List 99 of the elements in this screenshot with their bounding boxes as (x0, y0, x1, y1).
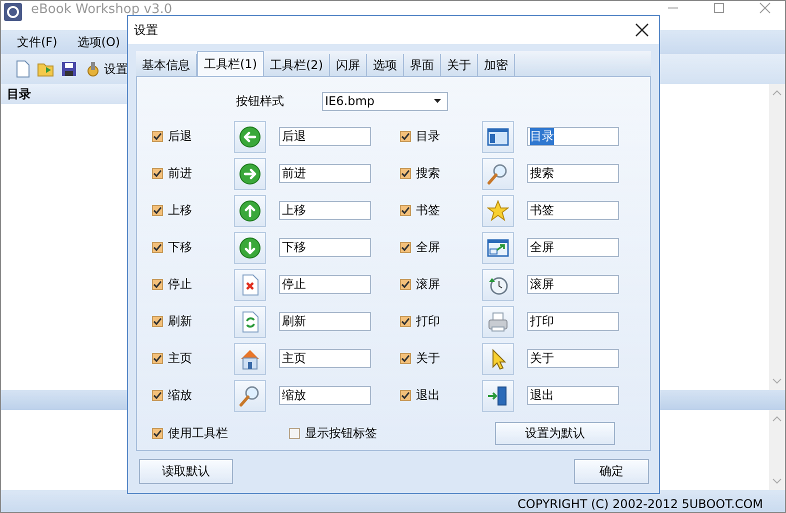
text-field[interactable]: 后退 (279, 127, 371, 146)
icon-button[interactable] (482, 342, 514, 374)
checkbox[interactable] (400, 205, 411, 216)
checkbox-label: 全屏 (416, 239, 440, 256)
text-field[interactable]: 上移 (279, 201, 371, 220)
magnifier-icon (239, 384, 261, 406)
text-field[interactable]: 滚屏 (527, 275, 619, 294)
close-icon (759, 2, 771, 14)
arrow-left-icon (239, 126, 261, 148)
checkbox-label: 上移 (168, 202, 192, 219)
icon-button[interactable] (234, 120, 266, 152)
scroll-down-icon (772, 378, 782, 384)
set-default-button[interactable]: 设置为默认 (495, 422, 615, 445)
checkbox[interactable] (400, 242, 411, 253)
checkbox-label: 前进 (168, 165, 192, 182)
checkbox[interactable] (152, 390, 163, 401)
menu-item[interactable]: 文件(F) (17, 34, 58, 50)
status-text: COPYRIGHT (C) 2002-2012 5UBOOT.COM (518, 497, 763, 511)
checkbox-label: 主页 (168, 350, 192, 367)
save-icon (61, 61, 77, 77)
icon-button[interactable] (234, 306, 266, 338)
text-field[interactable]: 下移 (279, 238, 371, 257)
dropdown-arrow-icon (434, 99, 441, 103)
checkbox[interactable] (152, 242, 163, 253)
checkbox-label: 刷新 (168, 313, 192, 330)
checkbox[interactable] (152, 168, 163, 179)
scrollbar[interactable] (769, 410, 785, 490)
star-icon (487, 200, 509, 222)
text-field[interactable]: 打印 (527, 312, 619, 331)
maximize-icon (713, 2, 725, 14)
open-folder-icon (37, 61, 55, 77)
panel-window-icon (487, 126, 509, 148)
icon-button[interactable] (482, 268, 514, 300)
text-field[interactable]: 退出 (527, 386, 619, 405)
text-field[interactable]: 刷新 (279, 312, 371, 331)
window-title: eBook Workshop v3.0 (31, 3, 172, 16)
scroll-up-icon (772, 416, 782, 422)
icon-button[interactable] (234, 232, 266, 264)
checkbox-label: 书签 (416, 202, 440, 219)
load-default-button[interactable]: 读取默认 (139, 459, 233, 484)
icon-button[interactable] (234, 342, 266, 374)
style-dropdown[interactable]: IE6.bmp (322, 92, 448, 110)
checkbox-label: 后退 (168, 128, 192, 145)
checkbox[interactable] (152, 279, 163, 290)
icon-button[interactable] (234, 158, 266, 190)
text-field[interactable]: 全屏 (527, 238, 619, 257)
checkbox-label: 显示按钮标签 (305, 425, 377, 442)
checkbox[interactable] (289, 428, 300, 439)
scroll-up-icon (772, 90, 782, 96)
checkbox-label: 退出 (416, 387, 440, 404)
tab[interactable]: 工具栏(1) (197, 51, 264, 76)
checkbox-label: 打印 (416, 313, 440, 330)
checkbox[interactable] (400, 316, 411, 327)
checkbox-label: 滚屏 (416, 276, 440, 293)
text-field[interactable]: 搜索 (527, 164, 619, 183)
printer-icon (487, 310, 509, 332)
checkbox[interactable] (400, 131, 411, 142)
text-field[interactable]: 前进 (279, 164, 371, 183)
text-field[interactable]: 目录 (527, 127, 619, 146)
settings-icon (85, 61, 101, 77)
arrow-right-icon (239, 162, 261, 184)
checkbox[interactable] (400, 279, 411, 290)
checkbox-label: 缩放 (168, 387, 192, 404)
scrollbar[interactable] (769, 84, 785, 390)
checkbox[interactable] (152, 428, 163, 439)
arrow-down-icon (239, 236, 261, 258)
text-field[interactable]: 书签 (527, 201, 619, 220)
door-icon (487, 384, 509, 406)
checkbox[interactable] (400, 353, 411, 364)
icon-button[interactable] (482, 232, 514, 264)
text-field[interactable]: 主页 (279, 349, 371, 368)
icon-button[interactable] (234, 194, 266, 226)
magnifier-icon (487, 162, 509, 184)
checkbox-label: 关于 (416, 350, 440, 367)
checkbox[interactable] (152, 316, 163, 327)
arrow-up-icon (239, 200, 261, 222)
checkbox[interactable] (400, 390, 411, 401)
checkbox[interactable] (400, 168, 411, 179)
icon-button[interactable] (234, 268, 266, 300)
menu-item[interactable]: 选项(O) (77, 34, 120, 50)
close-icon (635, 23, 649, 37)
house-icon (239, 348, 261, 370)
dialog-title: 设置 (134, 22, 158, 38)
checkbox[interactable] (152, 353, 163, 364)
checkbox-label: 使用工具栏 (168, 425, 228, 442)
icon-button[interactable] (482, 120, 514, 152)
scroll-down-icon (772, 478, 782, 484)
checkbox[interactable] (152, 131, 163, 142)
checkbox-label: 下移 (168, 239, 192, 256)
text-field[interactable]: 关于 (527, 349, 619, 368)
checkbox[interactable] (152, 205, 163, 216)
new-document-icon (15, 60, 31, 78)
ok-button[interactable]: 确定 (574, 459, 649, 484)
text-field[interactable]: 停止 (279, 275, 371, 294)
checkbox-label: 停止 (168, 276, 192, 293)
checkbox-label: 搜索 (416, 165, 440, 182)
icon-button[interactable] (482, 380, 514, 412)
text-field[interactable]: 缩放 (279, 386, 371, 405)
checkbox-label: 目录 (416, 128, 440, 145)
